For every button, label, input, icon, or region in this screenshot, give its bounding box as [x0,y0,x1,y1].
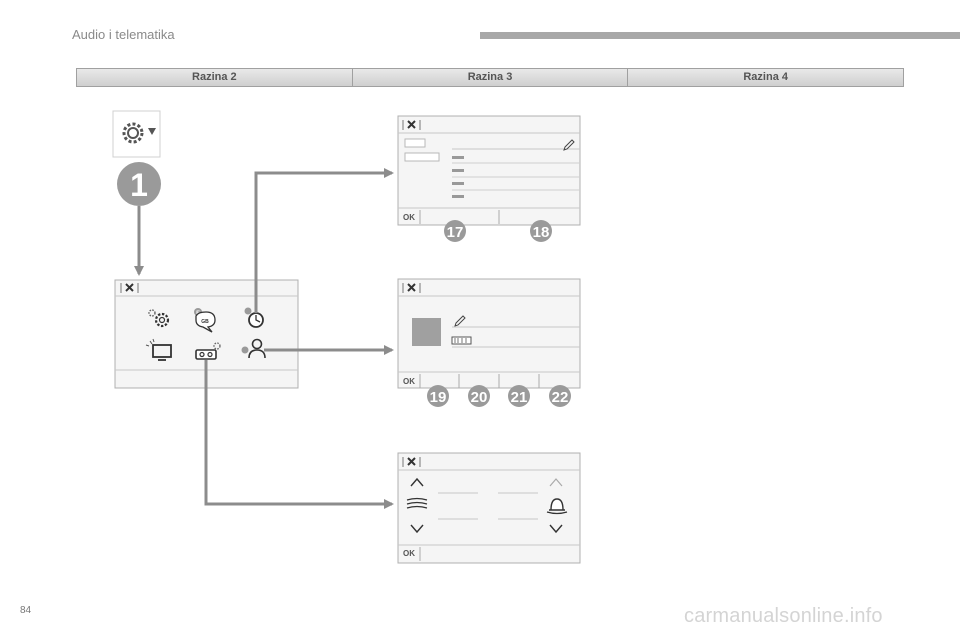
list-item[interactable] [452,156,464,159]
badge-17: 17 [444,220,466,242]
menu-diagram: 1 F GB [112,110,581,564]
tab-wide[interactable] [404,152,440,162]
badge-20: 20 [468,385,490,407]
tab-small[interactable] [404,138,426,148]
badge-19: 19 [427,385,449,407]
list-item[interactable] [452,169,464,172]
settings-menu-button[interactable] [112,110,161,158]
ok-button[interactable]: OK [403,549,415,558]
language-icon-sub: GB [201,319,209,325]
badge-17-label: 17 [447,224,464,241]
level3-audio-panel: OK [397,452,581,564]
badge-1-label: 1 [130,167,148,203]
list-item[interactable] [452,195,464,198]
list-item[interactable] [452,182,464,185]
badge-18: 18 [530,220,552,242]
badge-22-label: 22 [552,389,569,406]
badge-19-label: 19 [430,389,447,406]
level3-profile-panel: OK [397,278,581,389]
level3-datetime-panel: OK [397,115,581,226]
badge-21-label: 21 [511,389,528,406]
badge-18-label: 18 [533,224,550,241]
ok-button[interactable]: OK [403,377,415,386]
badge-20-label: 20 [471,389,488,406]
ok-button[interactable]: OK [403,213,415,222]
badge-21: 21 [508,385,530,407]
page-number: 84 [20,605,32,616]
profile-image[interactable] [412,318,441,346]
badge-1: 1 [117,162,161,206]
badge-22: 22 [549,385,571,407]
footer-watermark: carmanualsonline.info [684,605,883,627]
